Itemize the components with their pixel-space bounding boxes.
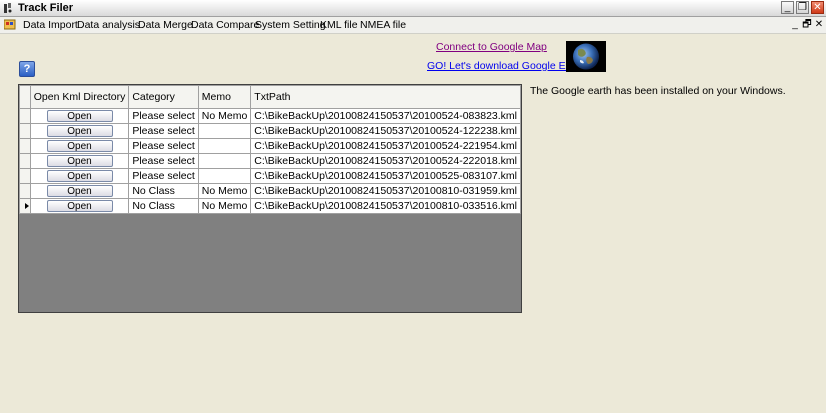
table-row[interactable]: Open Please select C:\BikeBackUp\2010082… (19, 138, 521, 154)
memo-cell[interactable] (197, 138, 252, 154)
open-kml-button[interactable]: Open (46, 140, 113, 152)
row-header[interactable] (19, 153, 31, 169)
close-button[interactable]: ✕ (811, 1, 824, 14)
menu-kml-file[interactable]: KML file (320, 19, 358, 31)
mdi-minimize-button[interactable]: _ (790, 18, 800, 31)
menu-data-import[interactable]: Data Import (23, 19, 78, 31)
open-kml-button[interactable]: Open (46, 185, 113, 197)
menu-system-setting[interactable]: System Setting (255, 19, 326, 31)
column-header-category[interactable]: Category (128, 85, 199, 109)
open-kml-button[interactable]: Open (46, 200, 113, 212)
help-button[interactable]: ? (19, 61, 35, 77)
memo-cell[interactable] (197, 153, 252, 169)
earth-globe-icon (573, 43, 599, 70)
table-row[interactable]: Open Please select No Memo C:\BikeBackUp… (19, 108, 521, 124)
kml-data-grid[interactable]: Open Kml Directory Category Memo TxtPath… (18, 84, 522, 313)
minimize-button[interactable]: _ (781, 1, 794, 14)
txtpath-cell[interactable]: C:\BikeBackUp\20100824150537\20100524-12… (250, 123, 521, 139)
mdi-close-button[interactable]: ✕ (814, 18, 824, 31)
table-row[interactable]: Open Please select C:\BikeBackUp\2010082… (19, 153, 521, 169)
memo-cell[interactable] (197, 168, 252, 184)
mdi-restore-button[interactable]: 🗗 (802, 18, 812, 31)
satellite-dish-icon (4, 3, 12, 13)
menu-data-compare[interactable]: Data Compare (191, 19, 259, 31)
category-cell[interactable]: Please select (128, 138, 199, 154)
menu-bar: Data Import Data analysis Data Merge Dat… (0, 17, 826, 34)
memo-cell[interactable]: No Memo (197, 108, 252, 124)
menu-data-analysis[interactable]: Data analysis (77, 19, 140, 31)
txtpath-cell[interactable]: C:\BikeBackUp\20100824150537\20100524-22… (250, 153, 521, 169)
txtpath-cell[interactable]: C:\BikeBackUp\20100824150537\20100525-08… (250, 168, 521, 184)
table-row[interactable]: Open Please select C:\BikeBackUp\2010082… (19, 123, 521, 139)
open-kml-button[interactable]: Open (46, 155, 113, 167)
maximize-button[interactable]: ❐ (796, 1, 809, 14)
menu-nmea-file[interactable]: NMEA file (360, 19, 406, 31)
row-header[interactable] (19, 138, 31, 154)
earth-image[interactable] (566, 41, 606, 72)
memo-cell[interactable]: No Memo (197, 198, 252, 214)
table-row-selected[interactable]: Open No Class No Memo C:\BikeBackUp\2010… (19, 198, 521, 214)
category-cell[interactable]: Please select (128, 123, 199, 139)
memo-cell[interactable] (197, 123, 252, 139)
row-header[interactable] (19, 108, 31, 124)
txtpath-cell[interactable]: C:\BikeBackUp\20100824150537\20100524-22… (250, 138, 521, 154)
category-cell[interactable]: Please select (128, 168, 199, 184)
app-menu-icon[interactable] (4, 19, 16, 31)
category-cell[interactable]: Please select (128, 108, 199, 124)
open-kml-button[interactable]: Open (46, 170, 113, 182)
category-cell[interactable]: No Class (128, 183, 199, 199)
title-bar: Track Filer _ ❐ ✕ (0, 0, 826, 17)
connect-google-map-link[interactable]: Connect to Google Map (436, 41, 547, 53)
download-google-earth-link[interactable]: GO! Let's download Google Earth (427, 60, 584, 72)
current-row-arrow-icon (25, 203, 29, 209)
menu-data-merge[interactable]: Data Merge (138, 19, 193, 31)
category-cell[interactable]: No Class (128, 198, 199, 214)
open-kml-button[interactable]: Open (46, 125, 113, 137)
kml-table: Open Kml Directory Category Memo TxtPath… (19, 85, 521, 214)
table-row[interactable]: Open Please select C:\BikeBackUp\2010082… (19, 168, 521, 184)
row-header[interactable] (19, 168, 31, 184)
txtpath-cell[interactable]: C:\BikeBackUp\20100824150537\20100810-03… (250, 183, 521, 199)
help-icon: ? (23, 63, 31, 75)
memo-cell[interactable]: No Memo (197, 183, 252, 199)
row-header[interactable] (19, 183, 31, 199)
window-title: Track Filer (18, 2, 74, 14)
google-earth-status: The Google earth has been installed on y… (530, 85, 786, 97)
row-header-corner (19, 85, 31, 109)
category-cell[interactable]: Please select (128, 153, 199, 169)
row-header[interactable] (19, 123, 31, 139)
column-header-open-kml[interactable]: Open Kml Directory (29, 85, 130, 109)
open-kml-button[interactable]: Open (46, 110, 113, 122)
txtpath-cell[interactable]: C:\BikeBackUp\20100824150537\20100810-03… (250, 198, 521, 214)
column-header-memo[interactable]: Memo (197, 85, 252, 109)
txtpath-cell[interactable]: C:\BikeBackUp\20100824150537\20100524-08… (250, 108, 521, 124)
row-header-current[interactable] (19, 198, 31, 214)
table-header-row: Open Kml Directory Category Memo TxtPath (19, 85, 521, 109)
column-header-txtpath[interactable]: TxtPath (250, 85, 521, 109)
table-row[interactable]: Open No Class No Memo C:\BikeBackUp\2010… (19, 183, 521, 199)
